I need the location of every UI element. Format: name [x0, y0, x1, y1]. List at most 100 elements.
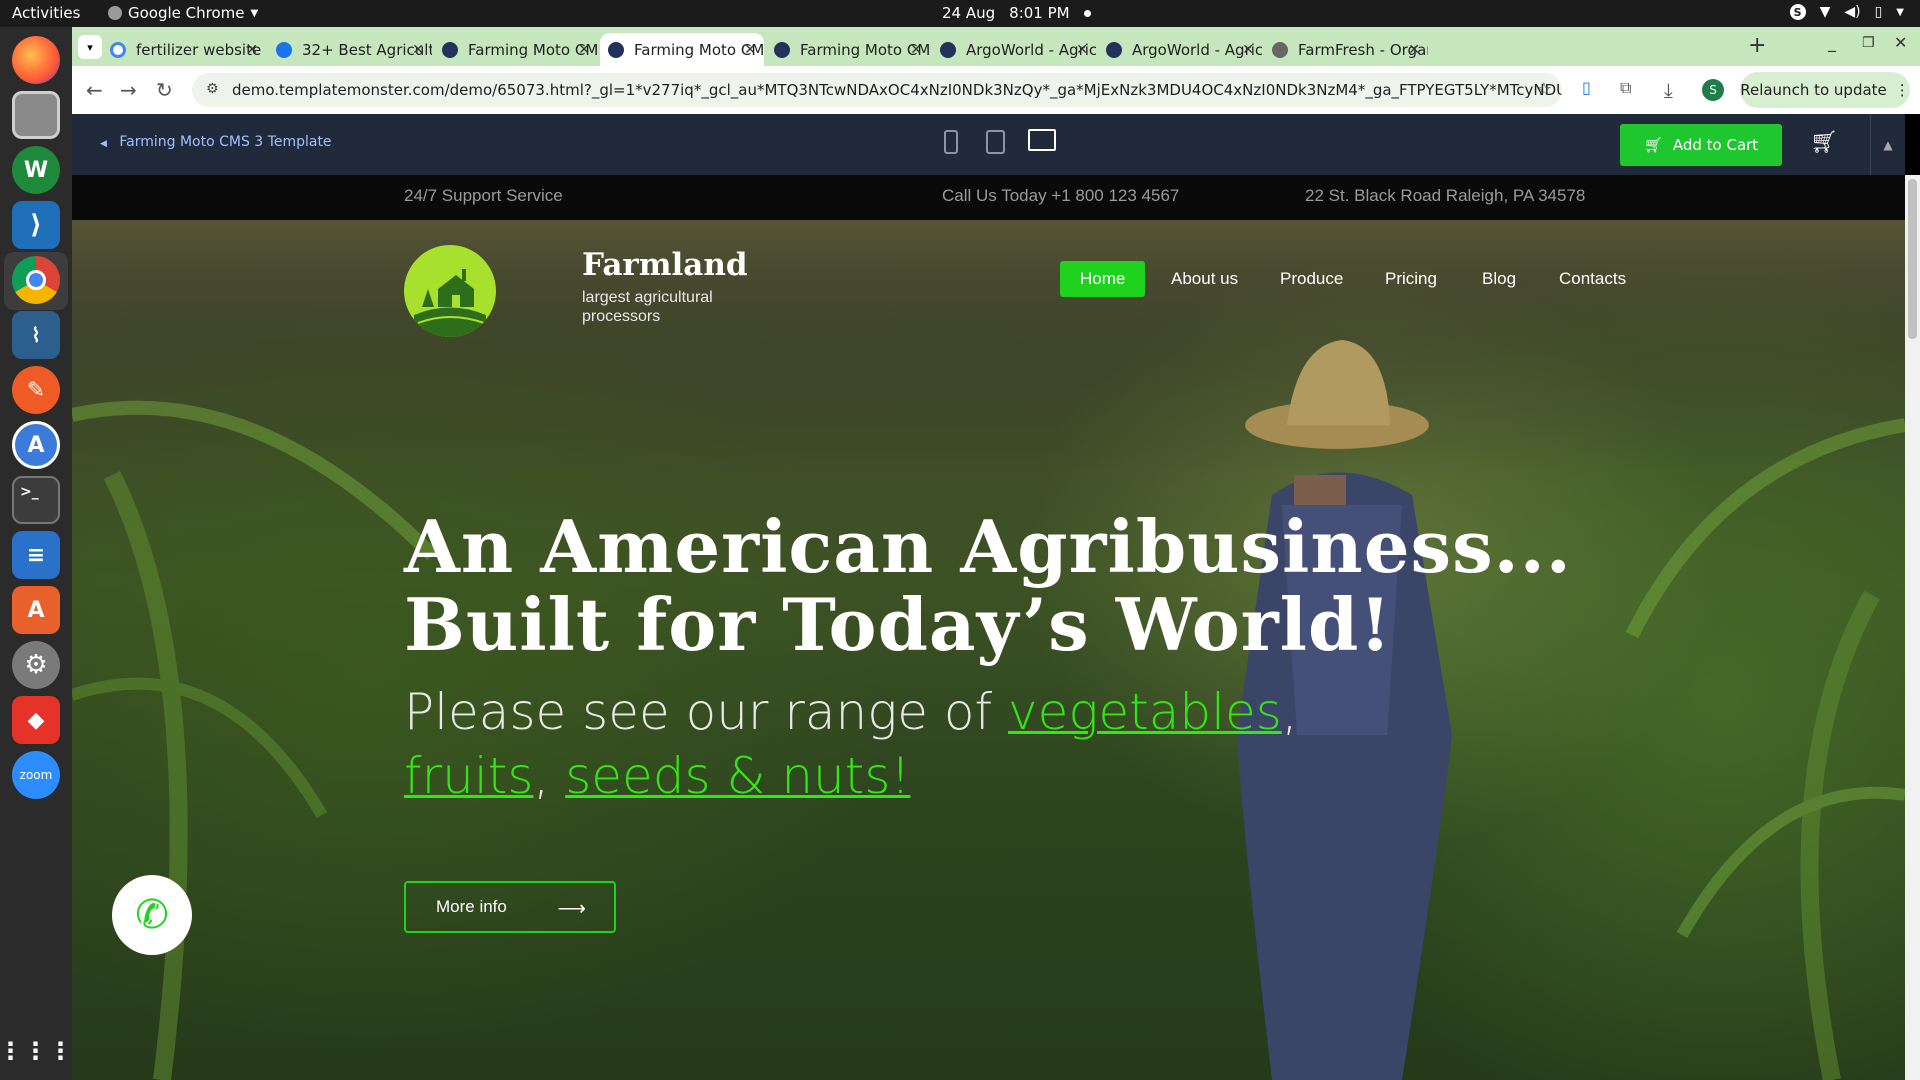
app-menu[interactable]: Google Chrome ▼ [108, 4, 258, 22]
support-text: 24/7 Support Service [404, 186, 563, 205]
settings-icon[interactable]: ⚙ [12, 641, 60, 689]
address-bar[interactable]: ⚙ demo.templatemonster.com/demo/65073.ht… [192, 73, 1562, 107]
android-studio-icon[interactable]: A [12, 421, 60, 469]
arrow-right-icon: ⟶ [557, 898, 586, 920]
reading-mode-icon[interactable]: ▯ [1582, 78, 1591, 97]
battery-icon[interactable]: ▯ [1875, 4, 1883, 20]
hero-sub-prefix: Please see our range of [404, 683, 1008, 741]
browser-tab[interactable]: ArgoWorld - Agricu ✕ [932, 33, 1096, 66]
back-arrow-icon[interactable]: ← [86, 78, 103, 102]
new-tab-button[interactable]: + [1748, 33, 1766, 58]
close-tab-icon[interactable]: ✕ [1076, 42, 1088, 58]
page-scrollbar[interactable] [1905, 175, 1920, 1080]
hero-heading: An American Agribusiness... Built for To… [404, 508, 1572, 664]
downloads-icon[interactable]: ⤓ [1664, 78, 1673, 102]
skype-icon[interactable]: S [1789, 4, 1806, 20]
profile-avatar[interactable]: S [1702, 79, 1724, 101]
postman-icon[interactable]: ✎ [12, 366, 60, 414]
tablet-view-icon[interactable] [986, 130, 1005, 154]
cart-icon[interactable]: 🛒︎ [1810, 130, 1838, 155]
phone-text[interactable]: Call Us Today +1 800 123 4567 [942, 186, 1179, 206]
add-to-cart-button[interactable]: 🛒︎ Add to Cart [1620, 124, 1782, 166]
restore-button[interactable]: ❐ [1862, 35, 1875, 51]
zoom-icon[interactable]: zoom [12, 751, 60, 799]
wifi-icon[interactable]: ▼ [1820, 4, 1831, 20]
templatemonster-icon [608, 41, 624, 58]
browser-tab[interactable]: Farming Moto CMS ✕ [600, 33, 764, 66]
bookmark-star-icon[interactable]: ☆ [1536, 79, 1552, 100]
chrome-small-icon [108, 6, 122, 20]
power-menu-icon[interactable]: ▼ [1896, 7, 1904, 18]
brand-name[interactable]: Farmland [582, 247, 748, 283]
browser-tab[interactable]: fertilizer website te✕ [102, 33, 266, 66]
files-icon[interactable] [12, 91, 60, 139]
reload-icon[interactable]: ↻ [156, 78, 173, 102]
relaunch-button[interactable]: Relaunch to update ⋮ [1740, 72, 1910, 108]
browser-tab[interactable]: 32+ Best Agricultur✕ [268, 33, 432, 66]
more-info-button[interactable]: More info ⟶ [404, 881, 616, 933]
extensions-icon[interactable]: ⧉ [1620, 78, 1631, 98]
whatsapp-icon[interactable]: W [12, 146, 60, 194]
chrome-icon[interactable] [12, 256, 60, 304]
tab-search-button[interactable]: ▾ [78, 35, 102, 59]
close-tab-icon[interactable]: ✕ [910, 42, 922, 58]
scrollbar-thumb[interactable] [1908, 179, 1917, 339]
hero-heading-line-2: Built for Today’s World! [404, 582, 1392, 667]
clock[interactable]: 24 Aug 8:01 PM [942, 4, 1091, 22]
close-tab-icon[interactable]: ✕ [412, 42, 424, 58]
nav-produce[interactable]: Produce [1280, 269, 1343, 289]
more-info-label: More info [436, 897, 507, 916]
browser-tab[interactable]: Farming Moto CMS ✕ [434, 33, 598, 66]
notification-dot-icon [1083, 9, 1091, 17]
minimize-button[interactable]: _ [1828, 33, 1836, 52]
close-window-button[interactable]: ✕ [1894, 33, 1907, 52]
browser-window: ▾ fertilizer website te✕32+ Best Agricul… [72, 27, 1920, 1080]
browser-tab[interactable]: ArgoWorld - Agricu ✕ [1098, 33, 1262, 66]
nav-blog[interactable]: Blog [1482, 269, 1516, 289]
browser-tab[interactable]: Farming Moto CMS ✕ [766, 33, 930, 66]
mobile-view-icon[interactable] [944, 130, 958, 154]
close-tab-icon[interactable]: ✕ [246, 42, 258, 58]
close-tab-icon[interactable]: ✕ [1242, 42, 1254, 58]
chevron-down-icon: ▼ [250, 7, 259, 19]
logo[interactable] [404, 245, 496, 337]
vegetables-link[interactable]: vegetables [1008, 683, 1282, 741]
vscode-icon[interactable]: ⟩ [12, 201, 60, 249]
nav-contacts[interactable]: Contacts [1559, 269, 1626, 289]
collapse-bar-button[interactable]: ▲ [1870, 114, 1905, 175]
nav-pricing[interactable]: Pricing [1385, 269, 1437, 289]
app-center-icon[interactable]: A [12, 586, 60, 634]
date: 24 Aug [942, 4, 996, 22]
text-editor-icon[interactable]: ≡ [12, 531, 60, 579]
close-tab-icon[interactable]: ✕ [744, 42, 756, 58]
call-button[interactable]: ✆ [112, 875, 192, 955]
brand-tagline: largest agricultural processors [582, 289, 713, 325]
seeds-nuts-link[interactable]: seeds & nuts! [565, 747, 910, 805]
browser-tab[interactable]: FarmFresh - Organi ✕ [1264, 33, 1428, 66]
terminal-icon[interactable]: >_ [12, 476, 60, 524]
fruits-link[interactable]: fruits [404, 747, 533, 805]
templatemonster-icon [442, 41, 458, 58]
volume-icon[interactable]: ◀) [1844, 4, 1860, 20]
close-tab-icon[interactable]: ✕ [1408, 42, 1420, 58]
activities-button[interactable]: Activities [12, 4, 80, 22]
close-tab-icon[interactable]: ✕ [578, 42, 590, 58]
desktop-view-icon[interactable] [1028, 129, 1056, 151]
phone-icon: ✆ [135, 892, 169, 938]
address-text: 22 St. Black Road Raleigh, PA 34578 [1305, 186, 1586, 205]
nav-home[interactable]: Home [1060, 261, 1146, 297]
tab-strip: ▾ fertilizer website te✕32+ Best Agricul… [72, 27, 1920, 66]
system-top-bar: Activities Google Chrome ▼ 24 Aug 8:01 P… [0, 0, 1920, 27]
firefox-icon[interactable] [12, 36, 60, 84]
hero-section: 24/7 Support Service Call Us Today +1 80… [72, 175, 1905, 1080]
mysql-workbench-icon[interactable]: ⌇ [12, 311, 60, 359]
hero-heading-line-1: An American Agribusiness... [404, 504, 1572, 589]
anydesk-icon[interactable]: ◆ [12, 696, 60, 744]
back-to-template-link[interactable]: ◀ Farming Moto CMS 3 Template [100, 134, 332, 150]
site-info-icon[interactable]: ⚙ [206, 81, 219, 97]
forward-arrow-icon[interactable]: → [120, 78, 137, 102]
system-tray[interactable]: S ▼ ◀) ▯ ▼ [1789, 4, 1904, 20]
farmhouse-logo-icon [414, 269, 486, 337]
app-grid-icon[interactable]: ⋮⋮⋮ [0, 1027, 73, 1075]
nav-about-us[interactable]: About us [1171, 269, 1238, 289]
